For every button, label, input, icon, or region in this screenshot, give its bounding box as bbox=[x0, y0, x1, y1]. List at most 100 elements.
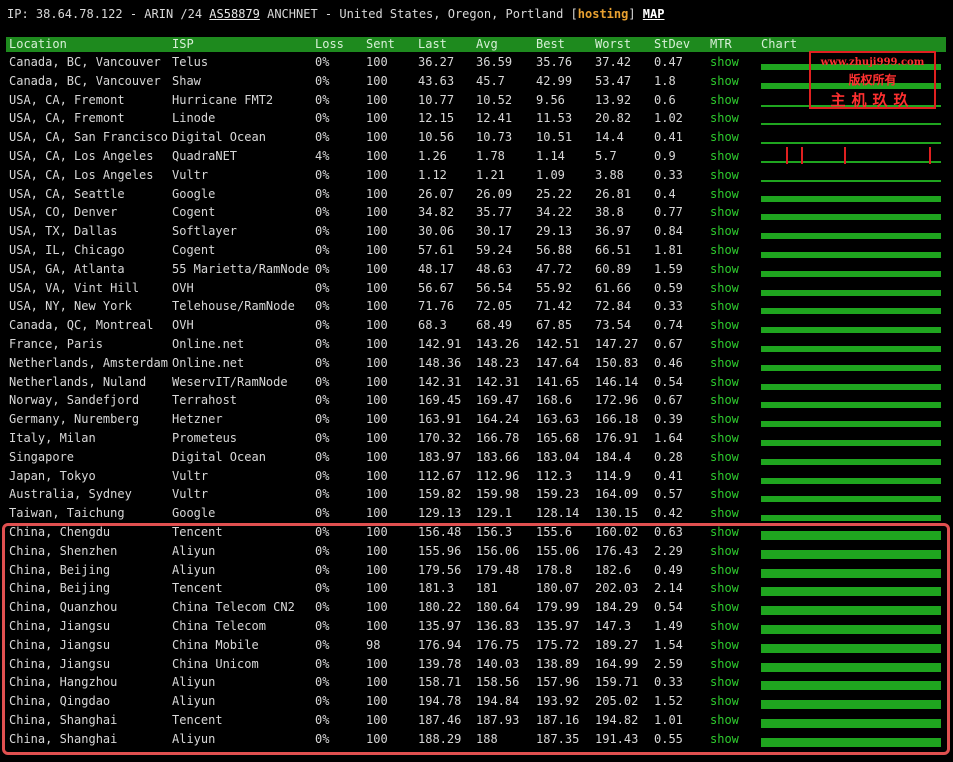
cell-stdev: 0.28 bbox=[654, 449, 683, 464]
table-row: Singapore Digital Ocean 0% 100 183.97 183.66 1… bbox=[6, 448, 946, 467]
cell-avg: 142.31 bbox=[476, 374, 520, 389]
latency-chart-bar bbox=[761, 308, 941, 315]
cell-sent: 100 bbox=[366, 374, 388, 389]
cell-stdev: 0.33 bbox=[654, 167, 683, 182]
mtr-show-link[interactable]: show bbox=[710, 241, 739, 259]
mtr-show-link[interactable]: show bbox=[710, 391, 739, 409]
mtr-show-link[interactable]: show bbox=[710, 335, 739, 353]
cell-best: 1.14 bbox=[536, 149, 565, 163]
cell-sent: 100 bbox=[366, 487, 388, 502]
table-row: Canada, BC, Vancouver Shaw 0% 100 43.63 45.7 4… bbox=[6, 72, 946, 91]
mtr-show-link[interactable]: show bbox=[710, 316, 739, 334]
mtr-show-link[interactable]: show bbox=[710, 504, 739, 522]
table-row: Canada, BC, Vancouver Telus 0% 100 36.27 36.5… bbox=[6, 53, 946, 72]
cell-loss: 0% bbox=[315, 92, 330, 107]
cell-avg: 35.77 bbox=[476, 205, 513, 220]
cell-isp: OVH bbox=[172, 280, 194, 295]
cell-avg: 68.49 bbox=[476, 318, 513, 333]
latency-chart-bar bbox=[761, 142, 941, 145]
mtr-show-link[interactable]: show bbox=[710, 72, 739, 90]
cell-sent: 100 bbox=[366, 337, 388, 351]
cell-stdev: 0.42 bbox=[654, 506, 683, 521]
ip-info-close: ] bbox=[628, 7, 643, 21]
cell-best: 56.88 bbox=[536, 243, 573, 257]
cell-isp: Vultr bbox=[172, 468, 209, 483]
latency-chart-bar bbox=[761, 123, 941, 126]
mtr-show-link[interactable]: show bbox=[710, 91, 739, 109]
mtr-show-link[interactable]: show bbox=[710, 53, 739, 71]
mtr-show-link[interactable]: show bbox=[710, 203, 739, 221]
cell-best: 163.63 bbox=[536, 412, 580, 427]
cell-best: 112.3 bbox=[536, 468, 573, 483]
cell-stdev: 0.9 bbox=[654, 149, 676, 163]
cell-worst: 26.81 bbox=[595, 186, 632, 201]
mtr-show-link[interactable]: show bbox=[710, 279, 739, 297]
map-link[interactable]: MAP bbox=[643, 7, 665, 21]
cell-worst: 72.84 bbox=[595, 299, 632, 314]
cell-last: 112.67 bbox=[418, 468, 462, 483]
cell-loss: 0% bbox=[315, 374, 330, 389]
cell-sent: 100 bbox=[366, 355, 388, 370]
cell-worst: 150.83 bbox=[595, 355, 639, 370]
cell-isp: Hetzner bbox=[172, 412, 223, 427]
cell-location: USA, CA, Fremont bbox=[9, 92, 125, 107]
cell-last: 34.82 bbox=[418, 205, 455, 220]
cell-best: 29.13 bbox=[536, 224, 573, 239]
cell-isp: Linode bbox=[172, 111, 216, 126]
cell-best: 128.14 bbox=[536, 506, 580, 521]
cell-last: 183.97 bbox=[418, 449, 462, 464]
mtr-show-link[interactable]: show bbox=[710, 128, 739, 146]
cell-avg: 159.98 bbox=[476, 487, 520, 502]
cell-loss: 0% bbox=[315, 224, 330, 239]
cell-worst: 184.4 bbox=[595, 449, 632, 464]
cell-stdev: 0.57 bbox=[654, 487, 683, 502]
cell-worst: 38.8 bbox=[595, 205, 624, 220]
mtr-show-link[interactable]: show bbox=[710, 467, 739, 485]
mtr-show-link[interactable]: show bbox=[710, 485, 739, 503]
mtr-show-link[interactable]: show bbox=[710, 410, 739, 428]
cell-isp: Digital Ocean bbox=[172, 449, 266, 464]
cell-location: USA, CA, San Francisco bbox=[9, 130, 168, 145]
cell-location: USA, NY, New York bbox=[9, 299, 132, 314]
asn-link[interactable]: AS58879 bbox=[209, 7, 260, 21]
cell-location: Japan, Tokyo bbox=[9, 468, 96, 483]
mtr-show-link[interactable]: show bbox=[710, 222, 739, 240]
mtr-show-link[interactable]: show bbox=[710, 109, 739, 127]
latency-chart-bar bbox=[761, 289, 941, 296]
cell-loss: 0% bbox=[315, 431, 330, 445]
cell-avg: 148.23 bbox=[476, 355, 520, 370]
mtr-show-link[interactable]: show bbox=[710, 354, 739, 372]
cell-avg: 129.1 bbox=[476, 506, 513, 521]
cell-loss: 0% bbox=[315, 299, 330, 314]
mtr-show-link[interactable]: show bbox=[710, 166, 739, 184]
cell-worst: 60.89 bbox=[595, 261, 632, 276]
cell-sent: 100 bbox=[366, 130, 388, 145]
latency-chart-bar bbox=[761, 402, 941, 409]
cell-sent: 100 bbox=[366, 224, 388, 239]
mtr-show-link[interactable]: show bbox=[710, 429, 739, 447]
cell-avg: 26.09 bbox=[476, 186, 513, 201]
cell-loss: 0% bbox=[315, 280, 330, 295]
cell-last: 56.67 bbox=[418, 280, 455, 295]
cell-loss: 4% bbox=[315, 149, 330, 163]
cell-worst: 130.15 bbox=[595, 506, 639, 521]
cell-stdev: 0.41 bbox=[654, 130, 683, 145]
latency-chart-bar bbox=[761, 346, 941, 352]
mtr-show-link[interactable]: show bbox=[710, 260, 739, 278]
cell-sent: 100 bbox=[366, 243, 388, 257]
mtr-show-link[interactable]: show bbox=[710, 297, 739, 315]
packet-loss-spike bbox=[786, 147, 788, 164]
cell-worst: 114.9 bbox=[595, 468, 632, 483]
cell-loss: 0% bbox=[315, 412, 330, 427]
mtr-show-link[interactable]: show bbox=[710, 147, 739, 165]
cell-best: 165.68 bbox=[536, 431, 580, 445]
mtr-show-link[interactable]: show bbox=[710, 185, 739, 203]
cell-worst: 147.27 bbox=[595, 337, 639, 351]
mtr-show-link[interactable]: show bbox=[710, 373, 739, 391]
cell-best: 47.72 bbox=[536, 261, 573, 276]
cell-isp: WeservIT/RamNode bbox=[172, 374, 288, 389]
cell-worst: 172.96 bbox=[595, 393, 639, 408]
mtr-show-link[interactable]: show bbox=[710, 448, 739, 466]
cell-isp: Google bbox=[172, 506, 216, 521]
col-avg: Avg bbox=[476, 37, 498, 51]
